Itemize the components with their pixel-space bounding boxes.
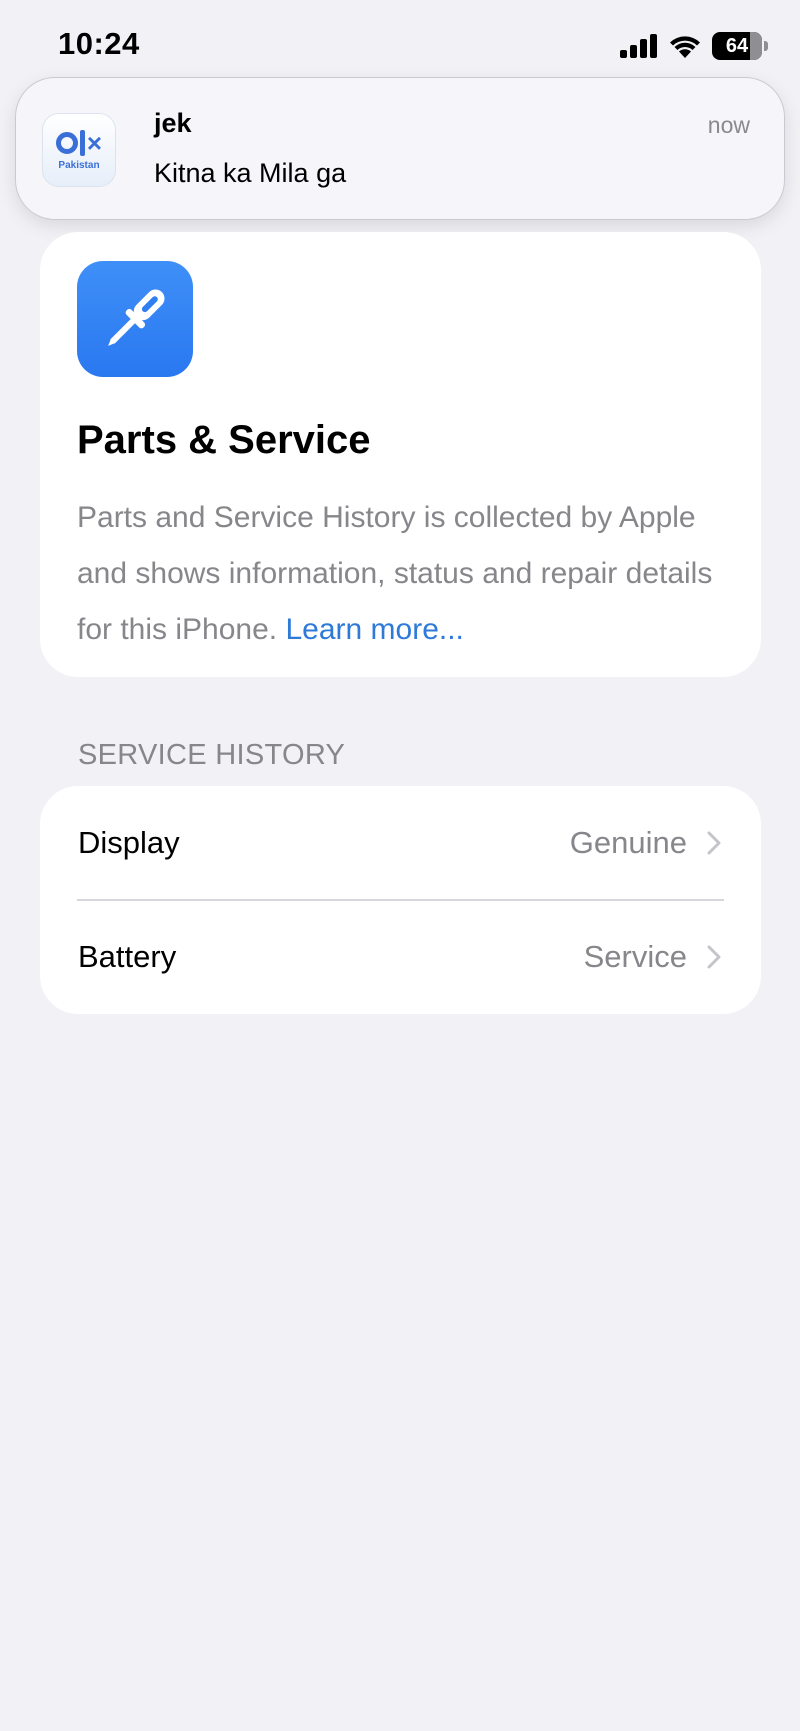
wifi-icon (670, 36, 700, 58)
battery-body: 64 (712, 32, 762, 60)
battery-tip (764, 41, 768, 51)
list-item-label: Battery (78, 939, 177, 974)
signal-icon (620, 34, 657, 58)
olx-app-icon: × Pakistan (42, 113, 116, 187)
olx-logo-icon: × (55, 129, 102, 156)
battery-level: 64 (725, 34, 749, 57)
list-item-value: Genuine (569, 825, 687, 860)
olx-app-icon-sub: Pakistan (58, 159, 100, 171)
learn-more-link[interactable]: Learn more... (285, 613, 463, 646)
chevron-right-icon (707, 831, 721, 855)
card-description: Parts and Service History is collected b… (77, 490, 737, 658)
section-header-service-history: SERVICE HISTORY (78, 739, 346, 771)
list-item-display[interactable]: Display Genuine (40, 786, 761, 901)
page-title: Parts & Service (77, 418, 371, 462)
list-item-label: Display (78, 825, 180, 860)
chevron-right-icon (707, 945, 721, 969)
list-item-battery[interactable]: Battery Service (40, 900, 761, 1014)
notification-banner[interactable]: × Pakistan jek now Kitna ka Mila ga (15, 77, 785, 220)
battery-icon: 64 (712, 32, 768, 60)
parts-service-card: Parts & Service Parts and Service Histor… (40, 232, 761, 677)
notification-body: Kitna ka Mila ga (154, 158, 347, 188)
service-history-list: Display Genuine Battery Service (40, 786, 761, 1014)
notification-title: jek (154, 108, 192, 138)
status-icons: 64 (620, 32, 768, 60)
list-item-value: Service (583, 939, 687, 974)
notification-time: now (707, 112, 750, 138)
status-time: 10:24 (58, 26, 140, 61)
screwdriver-icon (77, 261, 193, 377)
